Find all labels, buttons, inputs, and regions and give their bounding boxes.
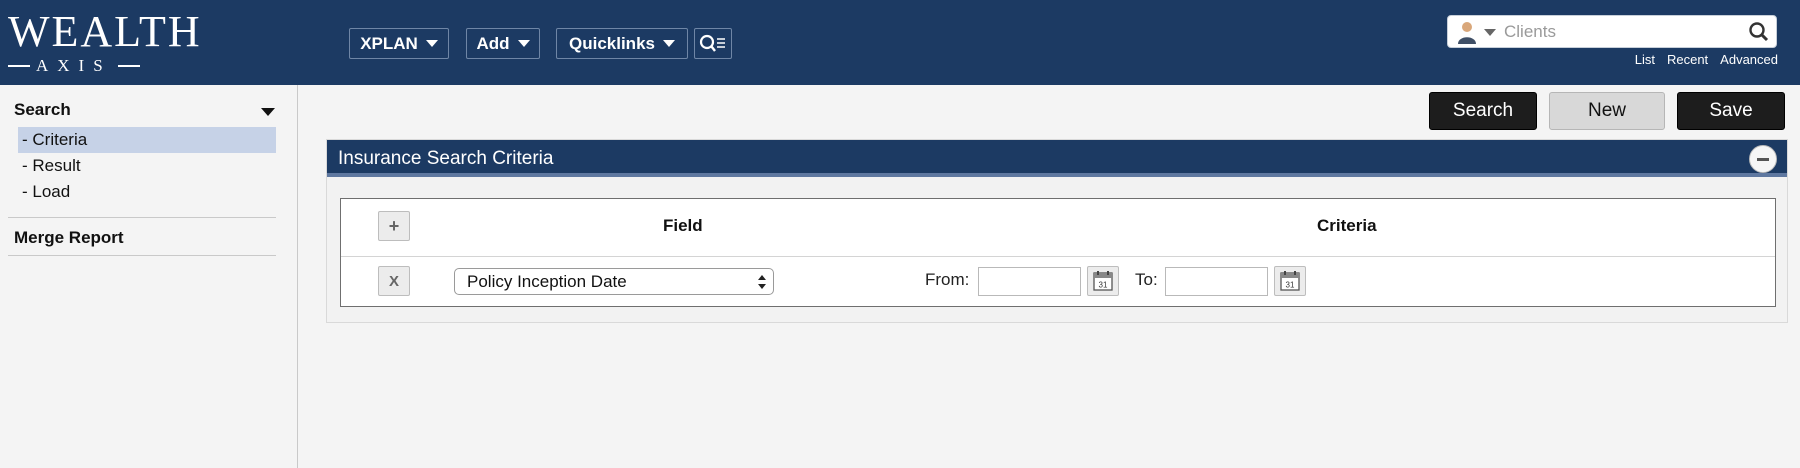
caret-down-icon — [662, 40, 675, 47]
sidebar-divider — [8, 217, 276, 218]
row-divider — [341, 256, 1775, 257]
client-type-caret-icon[interactable] — [1484, 29, 1496, 36]
from-calendar-button[interactable]: 31 — [1087, 266, 1119, 296]
add-menu-button[interactable]: Add — [466, 28, 540, 59]
xplan-menu-label: XPLAN — [360, 33, 418, 53]
sidebar-item-criteria[interactable]: - Criteria — [18, 127, 276, 153]
to-date-input[interactable] — [1165, 267, 1268, 296]
field-column-header: Field — [663, 216, 703, 235]
save-button[interactable]: Save — [1677, 92, 1785, 130]
minus-icon — [1757, 157, 1769, 161]
criteria-table: + Field Criteria X Policy Inception Date… — [340, 198, 1776, 307]
calendar-icon: 31 — [1093, 271, 1113, 291]
sidebar: Search - Criteria - Result - Load Merge … — [0, 85, 298, 468]
from-label: From: — [925, 270, 970, 289]
search-icon[interactable] — [1748, 21, 1770, 43]
wealth-axis-logo[interactable]: WEALTH AXIS — [8, 10, 200, 76]
caret-down-icon — [425, 40, 438, 47]
sidebar-item-load[interactable]: - Load — [18, 179, 276, 205]
sidebar-search-heading[interactable]: Search — [14, 100, 71, 120]
plus-icon: + — [388, 215, 400, 236]
to-calendar-button[interactable]: 31 — [1274, 266, 1306, 296]
logo-rule-right — [117, 65, 140, 67]
quicklinks-menu-label: Quicklinks — [569, 33, 655, 53]
quick-search-button[interactable] — [694, 28, 732, 59]
add-criteria-button[interactable]: + — [378, 211, 410, 241]
criteria-column-header: Criteria — [1317, 216, 1377, 235]
svg-text:31: 31 — [1099, 281, 1108, 290]
svg-text:31: 31 — [1286, 281, 1295, 290]
remove-criteria-button[interactable]: X — [378, 266, 410, 296]
recent-link[interactable]: Recent — [1667, 52, 1708, 67]
sidebar-item-result[interactable]: - Result — [18, 153, 276, 179]
logo-rule-left — [8, 65, 30, 67]
collapse-panel-button[interactable] — [1749, 145, 1777, 173]
xplan-menu-button[interactable]: XPLAN — [349, 28, 449, 59]
to-label: To: — [1135, 270, 1158, 289]
field-select[interactable]: Policy Inception Date — [454, 268, 774, 295]
search-button[interactable]: Search — [1429, 92, 1537, 130]
field-select-value: Policy Inception Date — [467, 272, 627, 291]
advanced-link[interactable]: Advanced — [1720, 52, 1778, 67]
calendar-icon: 31 — [1280, 271, 1300, 291]
caret-down-icon — [517, 40, 530, 47]
from-date-input[interactable] — [978, 267, 1081, 296]
person-icon[interactable] — [1456, 20, 1478, 44]
client-search-box — [1447, 15, 1777, 48]
client-search-input[interactable] — [1504, 19, 1734, 44]
client-search-links: List Recent Advanced — [1635, 52, 1778, 67]
logo-text-bottom: AXIS — [36, 56, 112, 75]
search-list-icon — [699, 34, 725, 52]
remove-x-icon: X — [388, 272, 399, 290]
insurance-search-criteria-panel: Insurance Search Criteria + Field Criter… — [326, 139, 1788, 323]
panel-header: Insurance Search Criteria — [327, 140, 1787, 177]
caret-down-icon[interactable] — [261, 108, 275, 116]
sidebar-divider — [8, 255, 276, 256]
list-link[interactable]: List — [1635, 52, 1655, 67]
logo-text-bottom-row: AXIS — [8, 56, 200, 76]
sidebar-merge-report[interactable]: Merge Report — [14, 228, 124, 248]
top-header-bar: WEALTH AXIS XPLAN Add Quicklinks Clients… — [0, 0, 1800, 85]
select-arrows-icon — [758, 275, 766, 289]
add-menu-label: Add — [476, 33, 510, 53]
logo-text-top: WEALTH — [8, 7, 202, 56]
panel-title: Insurance Search Criteria — [338, 148, 554, 169]
new-button[interactable]: New — [1549, 92, 1665, 130]
quicklinks-menu-button[interactable]: Quicklinks — [556, 28, 688, 59]
